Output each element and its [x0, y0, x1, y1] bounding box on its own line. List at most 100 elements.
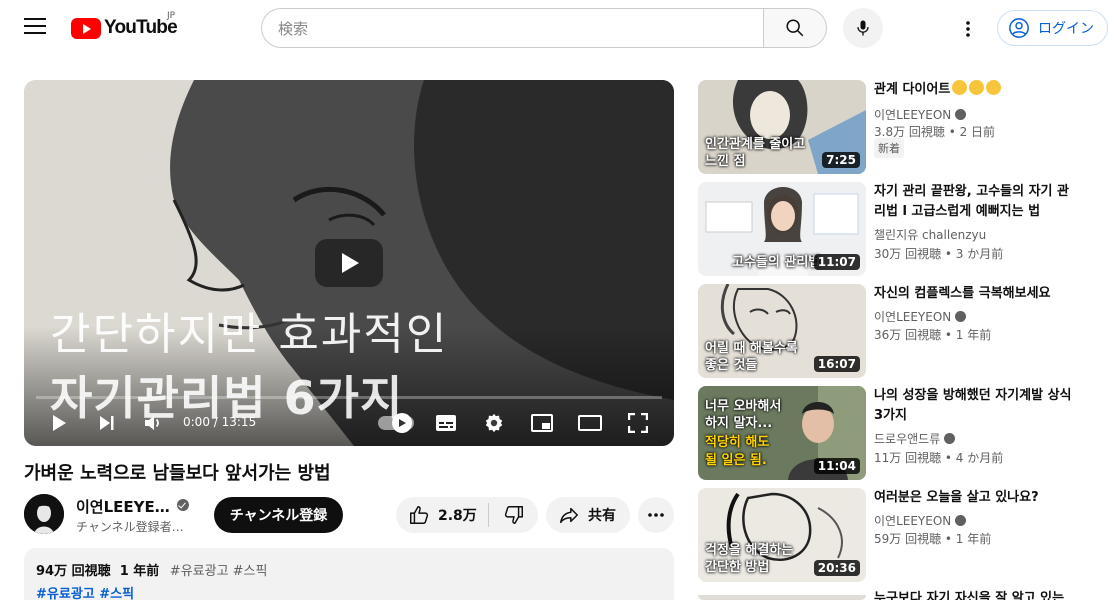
video-thumbnail[interactable]: 걱정을 해결하는 간단한 방법 20:36 [698, 488, 866, 582]
miniplayer-button[interactable] [529, 410, 555, 436]
verified-badge-icon [177, 499, 189, 511]
recommended-video[interactable]: 걱정을 해결하는 간단한 방법 20:36 여러분은 오늘을 살고 있나요? 이… [698, 488, 1098, 582]
share-label: 共有 [588, 508, 616, 524]
settings-menu-button[interactable] [955, 16, 981, 42]
verified-badge-icon [955, 109, 967, 120]
video-thumbnail[interactable]: 어릴 때 해볼수록 좋은 것들 16:07 [698, 284, 866, 378]
recommended-video[interactable]: 너무 오바해서 하지 말자... 적당히 해도 될 일은 됨. 11:04 나의… [698, 386, 1098, 480]
emoji-icon [952, 80, 968, 95]
logo-text: YouTube [104, 17, 178, 38]
volume-icon [145, 416, 159, 430]
video-duration: 16:07 [813, 356, 860, 372]
channel-name-text: 이연LEEYEON [874, 108, 952, 122]
autoplay-toggle[interactable] [378, 413, 414, 433]
search-button[interactable] [763, 8, 827, 48]
video-title: 나의 성장을 방해했던 자기계발 상식 3가지 [874, 388, 1072, 423]
mute-button[interactable] [140, 410, 166, 436]
thumbnail-illustration [698, 595, 866, 600]
next-button[interactable] [94, 410, 120, 436]
hashtag-links[interactable]: #유료광고 #스픽 [36, 583, 662, 600]
upload-age: 1 年前 [119, 564, 160, 579]
video-player[interactable]: 간단하지만 효과적인 자기관리법 6가지 0:00 / 13:15 [24, 80, 674, 446]
search-icon [786, 19, 804, 37]
channel-name[interactable]: 이연LEEYEON [874, 106, 967, 123]
emoji-icon [969, 80, 985, 95]
youtube-logo[interactable]: YouTube JP [71, 11, 178, 41]
like-count: 2.8万 [438, 508, 477, 524]
account-icon [1009, 18, 1029, 38]
dislike-button[interactable] [489, 497, 538, 533]
video-title: 여러분은 오늘을 살고 있나요? [874, 490, 1039, 505]
inline-hashtags: #유료광고 #스픽 [169, 564, 268, 579]
channel-name[interactable]: 챌린지유 challenzyu [874, 226, 986, 243]
thumbnail-caption-2: 느낀 점 [705, 154, 746, 169]
share-button[interactable]: 共有 [546, 497, 630, 533]
channel-name[interactable]: 이연LEEYE… [76, 496, 170, 517]
frame-caption-line1: 간단하지만 효과적인 [50, 309, 449, 360]
channel-avatar[interactable] [24, 494, 64, 534]
video-thumbnail[interactable] [698, 590, 866, 600]
logo-region: JP [167, 11, 176, 21]
video-meta: 36万 回視聴 • 1 年前 [874, 328, 992, 342]
verified-badge-icon [944, 433, 956, 444]
thumbnail-caption-2: 간단한 방법 [705, 560, 770, 575]
channel-name-text: 드로우앤드류 [874, 432, 941, 446]
theater-mode-button[interactable] [577, 410, 603, 436]
closed-captions-icon [436, 415, 456, 431]
video-title: 자신의 컴플렉스를 극복해보세요 [874, 286, 1051, 301]
login-button[interactable]: ログイン [997, 10, 1108, 46]
like-button[interactable]: 2.8万 [396, 497, 488, 533]
more-actions-button[interactable] [638, 497, 674, 533]
video-title: 자기 관리 끝판왕, 고수들의 자기 관리법 l 고급스럽게 예뻐지는 법 (얼… [874, 184, 1070, 219]
description-stats: 94万 回視聴 1 年前 #유료광고 #스픽 [36, 560, 662, 579]
video-title: 관계 다이어트 [874, 80, 1074, 100]
subtitles-button[interactable] [433, 410, 459, 436]
recommended-video[interactable]: 고수들의 관리법 11:07 자기 관리 끝판왕, 고수들의 자기 관리법 l … [698, 182, 1098, 276]
verified-badge-icon [955, 311, 967, 322]
video-meta: 11万 回視聴 • 4 か月前 [874, 451, 1004, 465]
miniplayer-icon [531, 414, 553, 432]
fullscreen-button[interactable] [625, 410, 651, 436]
avatar-illustration [24, 494, 64, 534]
youtube-play-icon [71, 17, 101, 39]
settings-button[interactable] [481, 410, 507, 436]
more-horizontal-icon [648, 513, 664, 517]
subscribe-button[interactable]: チャンネル登録 [214, 497, 343, 533]
thumbnail-caption-1: 어릴 때 해볼수록 [705, 341, 798, 356]
channel-name-text: 챌린지유 challenzyu [874, 228, 987, 242]
voice-search-button[interactable] [843, 8, 883, 48]
thumbnail-caption-3: 적당히 해도 [705, 435, 770, 450]
like-dislike-group: 2.8万 [396, 497, 538, 533]
thumbnail-caption-1: 고수들의 관리법 [732, 255, 821, 270]
new-badge: 新着 [874, 138, 904, 158]
thumbnail-caption-1: 걱정을 해결하는 [705, 543, 794, 558]
recommended-video[interactable]: 어릴 때 해볼수록 좋은 것들 16:07 자신의 컴플렉스를 극복해보세요 이… [698, 284, 1098, 378]
video-thumbnail[interactable]: 고수들의 관리법 11:07 [698, 182, 866, 276]
fullscreen-icon [628, 413, 648, 433]
channel-name[interactable]: 드로우앤드류 [874, 430, 956, 447]
channel-name[interactable]: 이연LEEYEON [874, 308, 967, 325]
thumbs-down-icon [504, 506, 523, 524]
view-count: 94万 回視聴 [36, 564, 111, 579]
video-thumbnail[interactable]: 너무 오바해서 하지 말자... 적당히 해도 될 일은 됨. 11:04 [698, 386, 866, 480]
progress-bar[interactable] [36, 396, 662, 399]
channel-name[interactable]: 이연LEEYEON [874, 512, 967, 529]
video-thumbnail[interactable]: 인간관계를 줄이고 느낀 점 7:25 [698, 80, 866, 174]
play-button[interactable] [46, 410, 72, 436]
search-placeholder: 検索 [278, 19, 309, 38]
video-title-text: 관계 다이어트 [874, 82, 951, 97]
masthead: YouTube JP 検索 ログイン [0, 0, 1109, 56]
autoplay-knob [392, 413, 412, 433]
menu-icon[interactable] [24, 18, 46, 38]
thumbs-up-icon [410, 506, 429, 524]
time-display: 0:00 / 13:15 [183, 415, 257, 429]
large-play-button[interactable] [315, 239, 383, 287]
gear-icon [485, 413, 503, 433]
recommended-video[interactable]: 인간관계를 줄이고 느낀 점 7:25 관계 다이어트 이연LEEYEON 3.… [698, 80, 1098, 174]
recommended-video[interactable]: 누구보다 자기 자신을 잘 알고 있는 [698, 590, 1098, 600]
channel-name-text: 이연LEEYEON [874, 310, 952, 324]
search-input[interactable]: 検索 [261, 8, 764, 48]
skip-next-icon [100, 416, 114, 430]
description-box[interactable]: 94万 回視聴 1 年前 #유료광고 #스픽 #유료광고 #스픽 [24, 548, 674, 600]
subscriber-count: チャンネル登録者… [76, 520, 184, 534]
